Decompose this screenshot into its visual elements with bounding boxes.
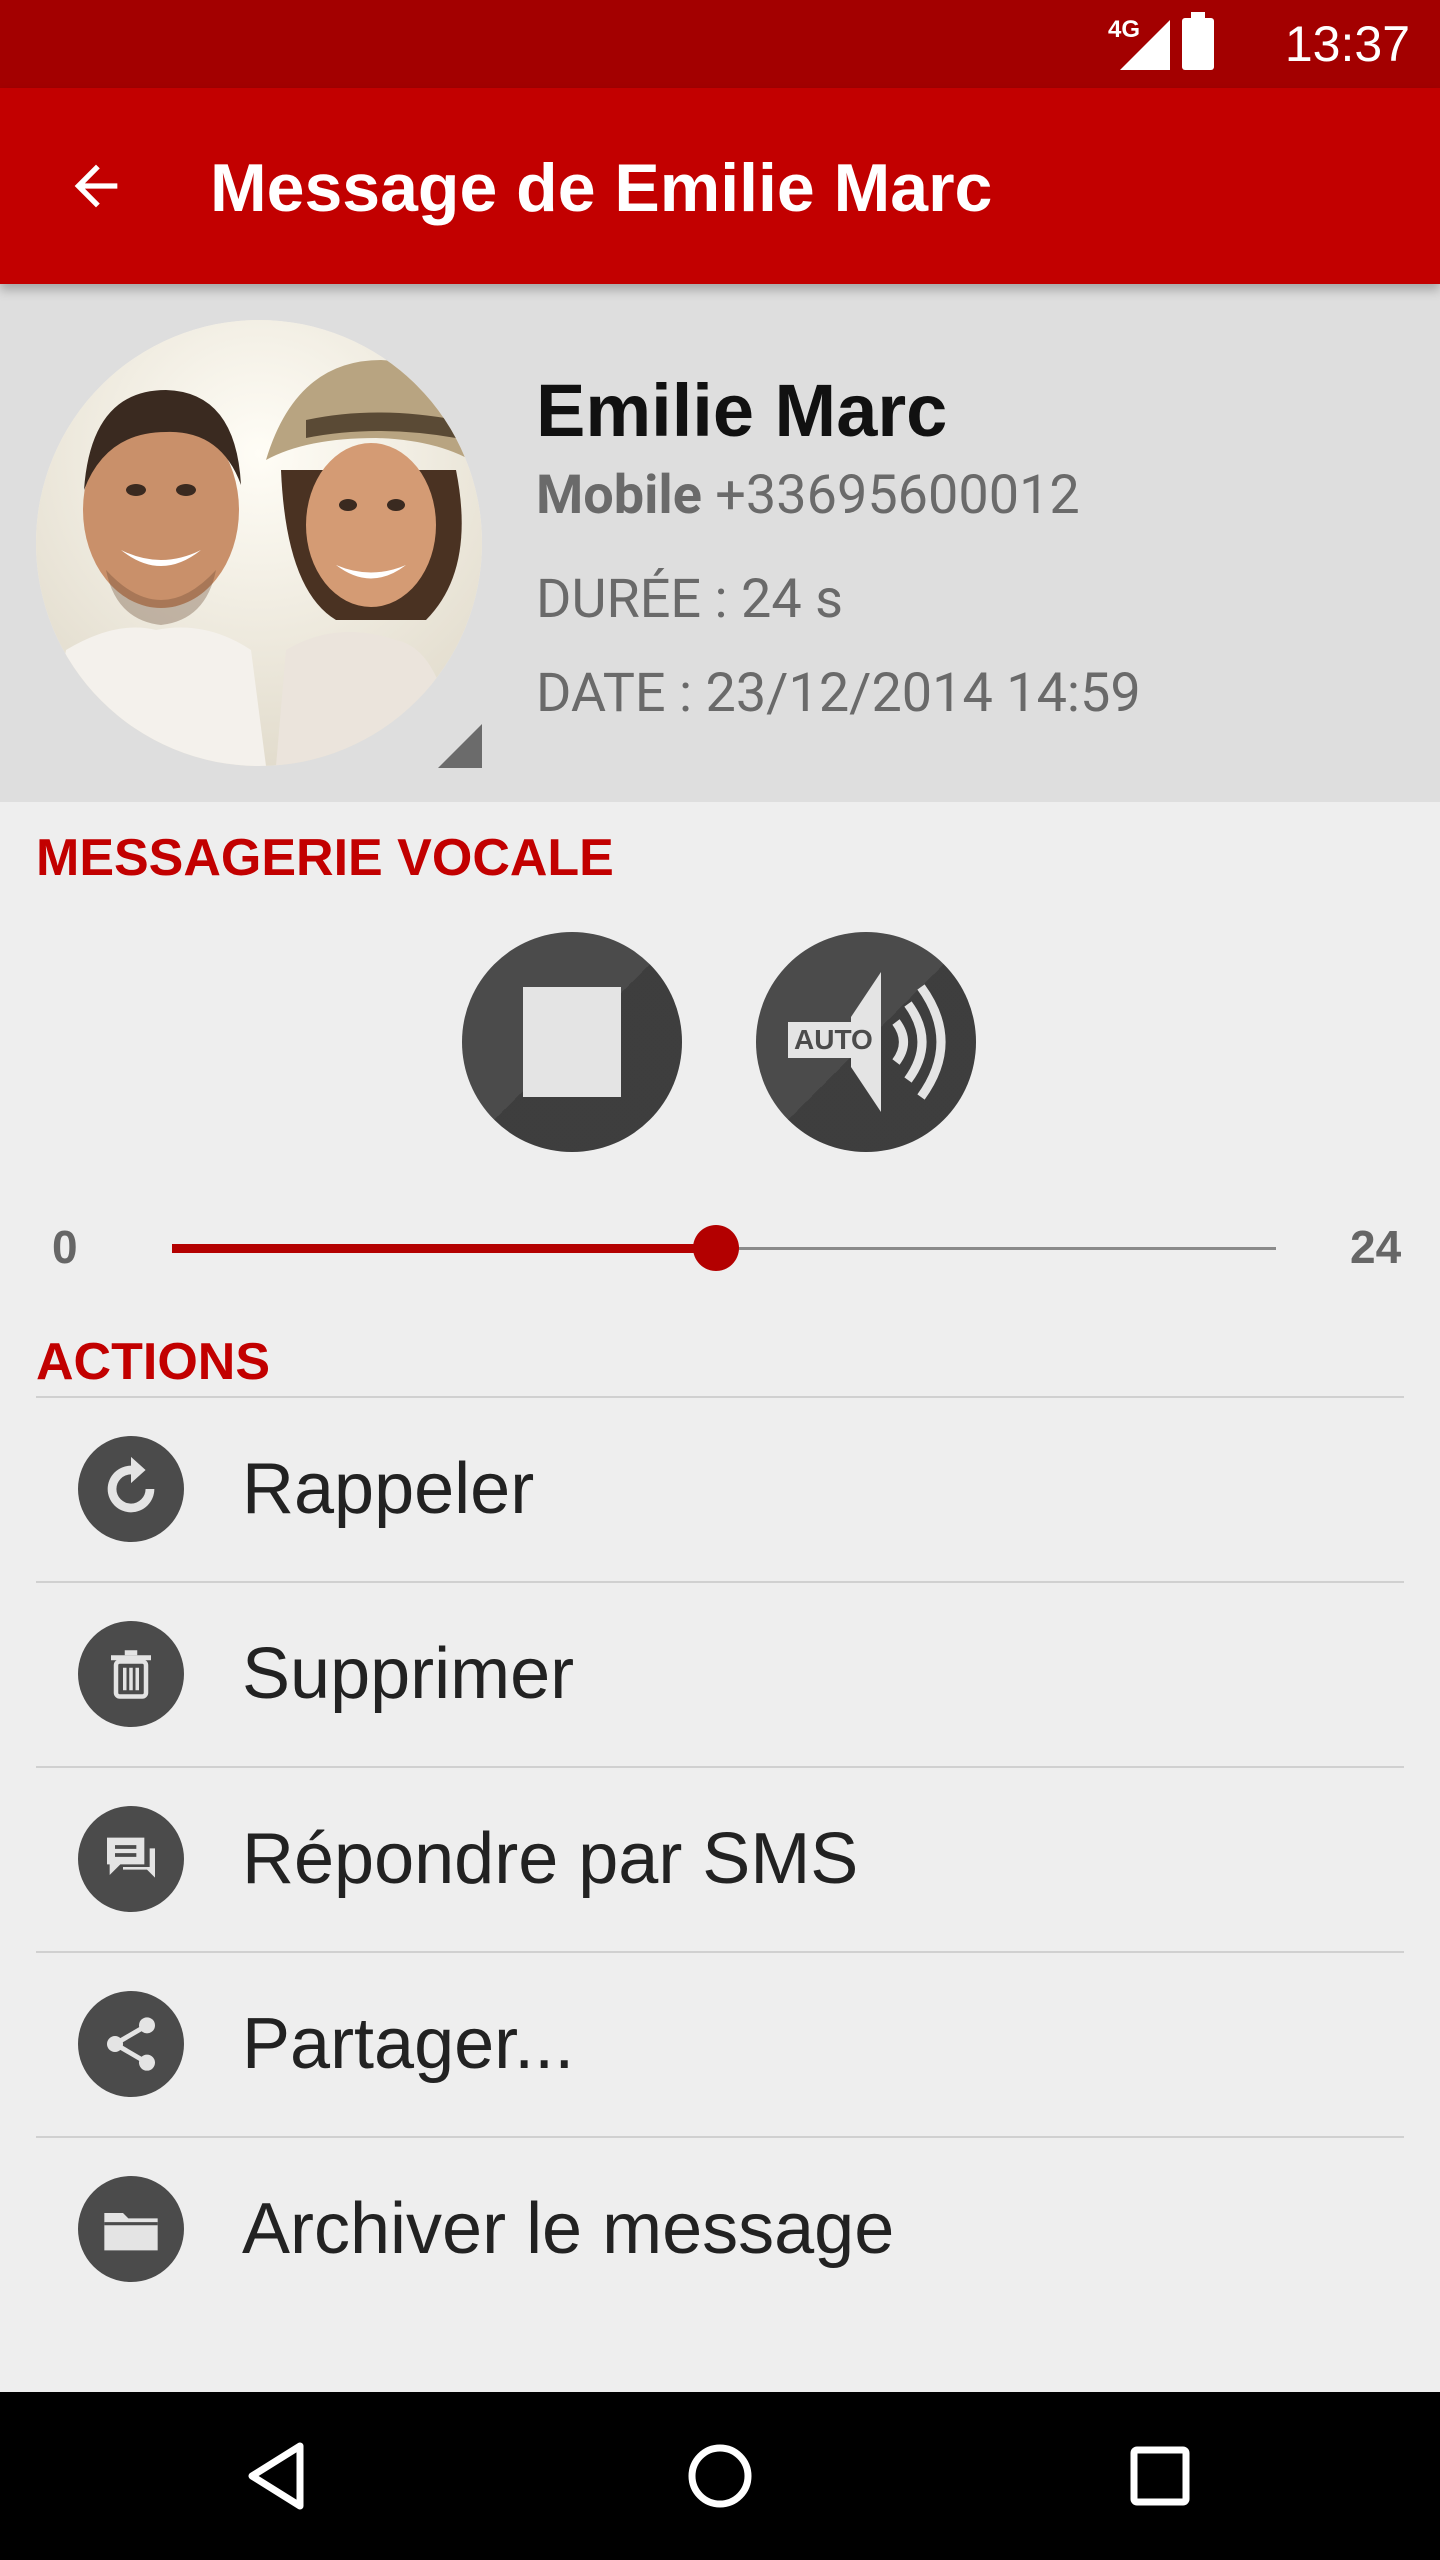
contact-name: Emilie Marc (536, 369, 948, 452)
status-time: 13:37 (1284, 16, 1410, 72)
action-label: Partager... (242, 2004, 575, 2084)
seek-progress (172, 1244, 717, 1253)
voicemail-section-title: MESSAGERIE VOCALE (36, 829, 614, 887)
nav-home-icon[interactable] (680, 2436, 760, 2516)
contact-header: Emilie Marc Mobile +33695600012 DURÉE : … (0, 284, 1440, 802)
seek-bar[interactable] (172, 1225, 1276, 1271)
actions-list: Rappeler Supprimer Répondre par SMS Part… (36, 1396, 1404, 2321)
action-share[interactable]: Partager... (36, 1951, 1404, 2136)
pause-icon (523, 987, 573, 1097)
action-label: Répondre par SMS (242, 1819, 859, 1899)
phone-number: +33695600012 (715, 464, 1080, 527)
battery-icon (1182, 12, 1214, 70)
action-delete[interactable]: Supprimer (36, 1581, 1404, 1766)
action-label: Supprimer (242, 1634, 575, 1714)
action-archive[interactable]: Archiver le message (36, 2136, 1404, 2321)
seek-thumb[interactable] (693, 1225, 740, 1271)
app-bar: Message de Emilie Marc (0, 88, 1440, 284)
avatar-corner-indicator (438, 724, 482, 768)
speaker-mode-label: AUTO (788, 1022, 879, 1058)
action-label: Archiver le message (242, 2189, 895, 2269)
speaker-mode-button[interactable]: AUTO (756, 932, 976, 1152)
navigation-bar (0, 2392, 1440, 2560)
nav-back-icon[interactable] (240, 2436, 320, 2516)
status-bar: 4G 13:37 (0, 0, 1440, 88)
contact-avatar[interactable] (36, 320, 482, 766)
share-icon (78, 1991, 184, 2097)
page-title: Message de Emilie Marc (210, 150, 993, 226)
nav-recents-icon[interactable] (1120, 2436, 1200, 2516)
message-duration: DURÉE : 24 s (536, 568, 843, 631)
trash-icon (78, 1621, 184, 1727)
avatar-photo (36, 320, 482, 766)
contact-phone[interactable]: Mobile +33695600012 (536, 464, 1080, 527)
action-callback[interactable]: Rappeler (36, 1396, 1404, 1581)
arrow-back-icon (74, 164, 118, 208)
action-label: Rappeler (242, 1449, 535, 1529)
seek-end-label: 24 (1350, 1221, 1402, 1273)
action-reply-sms[interactable]: Répondre par SMS (36, 1766, 1404, 1951)
pause-icon-bar (571, 987, 621, 1097)
back-button[interactable] (56, 146, 136, 226)
signal-icon (1120, 20, 1170, 70)
callback-icon (78, 1436, 184, 1542)
message-date: DATE : 23/12/2014 14:59 (536, 662, 1141, 725)
pause-button[interactable] (462, 932, 682, 1152)
sms-icon (78, 1806, 184, 1912)
folder-icon (78, 2176, 184, 2282)
seek-start-label: 0 (52, 1221, 78, 1273)
actions-section-title: ACTIONS (36, 1333, 270, 1391)
phone-type: Mobile (536, 464, 702, 527)
